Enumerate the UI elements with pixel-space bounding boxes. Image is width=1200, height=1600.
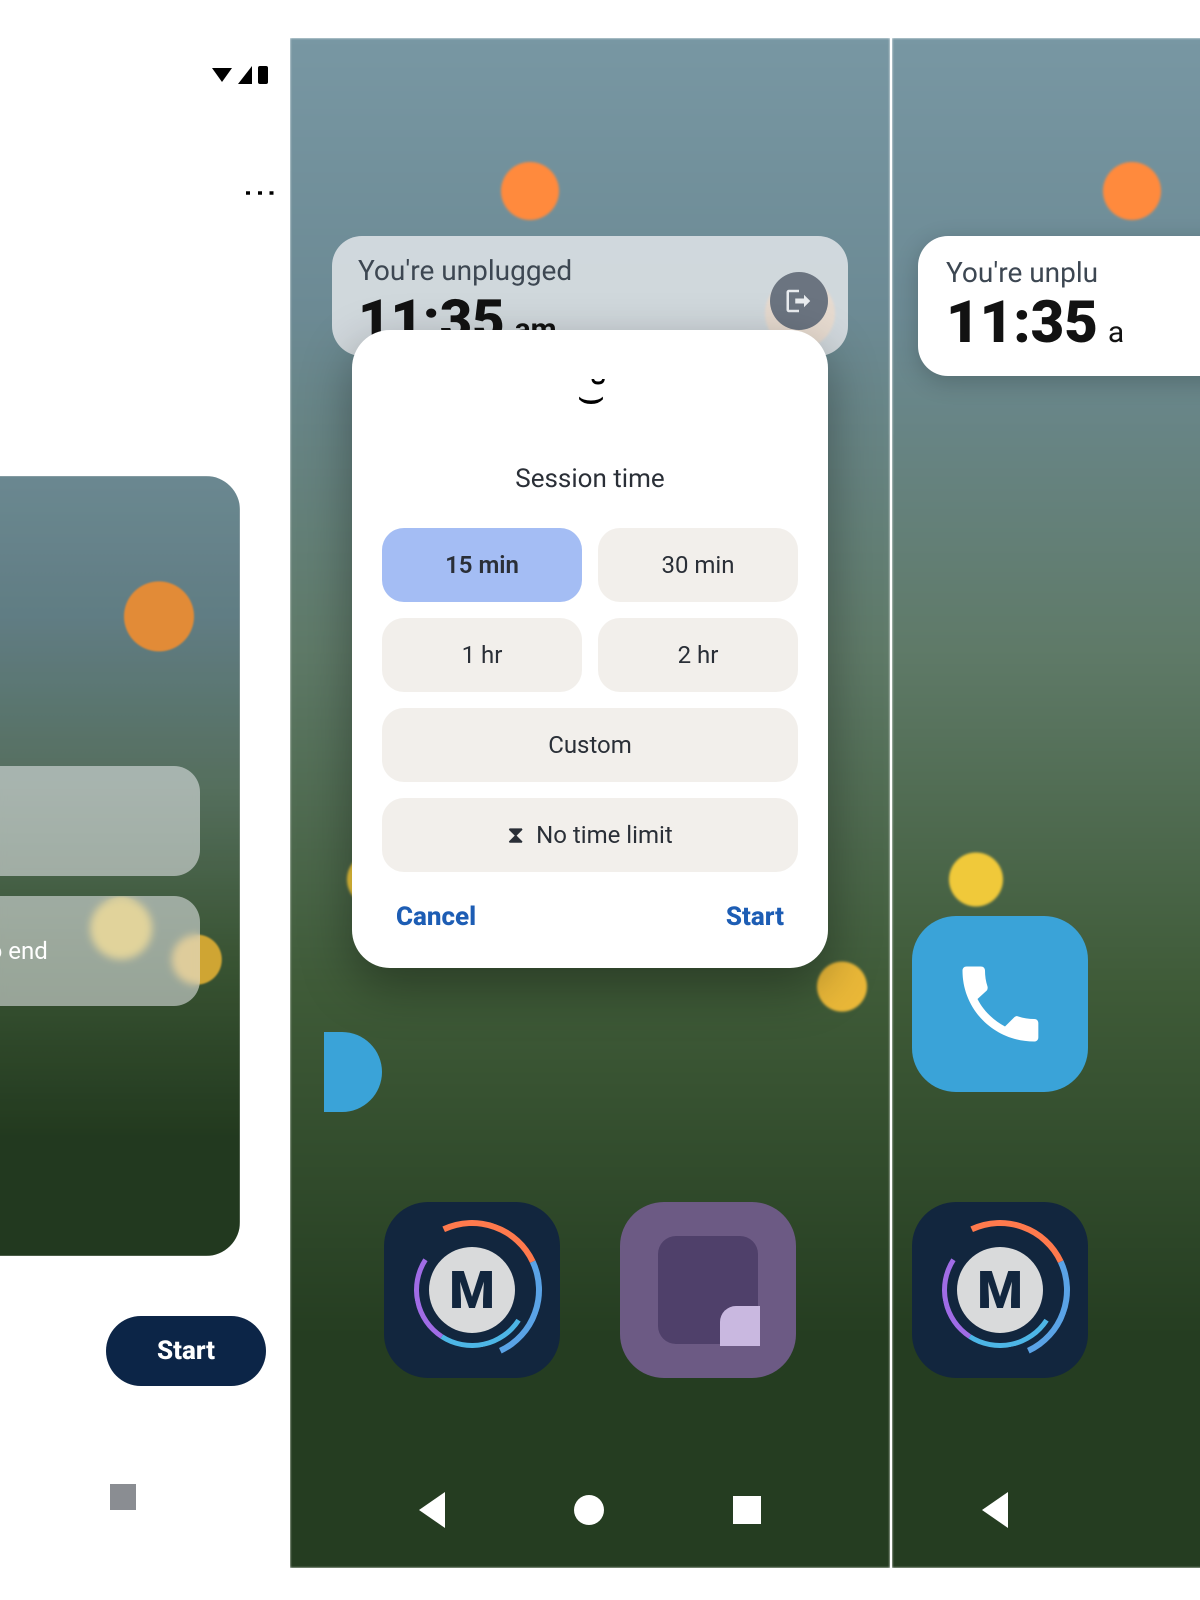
battery-icon <box>258 66 268 84</box>
option-custom[interactable]: Custom <box>382 708 798 782</box>
widget-title: You're unplu <box>946 256 1200 289</box>
status-bar <box>212 66 268 84</box>
option-no-limit[interactable]: ⧗ No time limit <box>382 798 798 872</box>
screen-2-session-time-dialog: You're unplugged 11:35 am ⌣̆ Session tim… <box>290 38 890 1568</box>
option-2hr-label: 2 hr <box>678 641 719 669</box>
screen-3-unplugged-home: You're unplu 11:35 a M <box>892 38 1200 1568</box>
dock-row-2: M <box>892 1202 1200 1378</box>
option-30min[interactable]: 30 min <box>598 528 798 602</box>
option-2hr[interactable]: 2 hr <box>598 618 798 692</box>
hourglass-icon: ⧗ <box>507 821 524 849</box>
widget-ampm: a <box>1108 315 1124 350</box>
cancel-button[interactable]: Cancel <box>396 902 476 932</box>
start-button[interactable]: Start <box>726 902 784 932</box>
nav-home-icon[interactable] <box>574 1495 604 1525</box>
start-button-label: Start <box>157 1336 215 1366</box>
allowed-apps-row[interactable]: M +4 <box>0 766 200 876</box>
nav-recents-icon[interactable] <box>733 1496 761 1524</box>
note-icon <box>658 1236 758 1344</box>
option-15min[interactable]: 15 min <box>382 528 582 602</box>
option-1hr[interactable]: 1 hr <box>382 618 582 692</box>
app-icon-notes[interactable] <box>620 1202 796 1378</box>
start-button[interactable]: Start <box>106 1316 266 1386</box>
option-1hr-label: 1 hr <box>462 641 503 669</box>
nav-recents-icon[interactable] <box>110 1484 136 1510</box>
system-nav-bar <box>892 1492 1200 1528</box>
overflow-menu-icon[interactable]: ⋮ <box>256 176 264 210</box>
end-requirement-label: …quired to end <box>0 937 48 965</box>
end-requirement-row[interactable]: …quired to end <box>0 896 200 1006</box>
unplugged-widget[interactable]: You're unplu 11:35 a <box>918 236 1200 376</box>
app-icon-moto[interactable]: M <box>384 1202 560 1378</box>
screen-1-unplug-setup: ⋮ r …gue to you. Start a …ant to disconn… <box>0 56 290 1556</box>
widget-time: 11:35 <box>946 289 1098 357</box>
wifi-icon <box>212 68 232 82</box>
unplug-logo-icon: ⌣̆ <box>382 370 798 422</box>
nav-back-icon[interactable] <box>982 1492 1008 1528</box>
start-button-label: Start <box>726 902 784 932</box>
option-no-limit-label: No time limit <box>536 821 673 849</box>
option-custom-label: Custom <box>548 731 632 759</box>
exit-icon[interactable] <box>770 272 828 330</box>
widget-title: You're unplugged <box>358 254 822 287</box>
dialog-title: Session time <box>382 464 798 494</box>
app-icon-moto[interactable]: M <box>912 1202 1088 1378</box>
system-nav-bar <box>290 1492 890 1528</box>
app-icon-phone[interactable] <box>912 916 1088 1092</box>
dock <box>892 916 1200 1092</box>
cancel-button-label: Cancel <box>396 902 476 932</box>
session-time-dialog: ⌣̆ Session time 15 min 30 min 1 hr 2 hr … <box>352 330 828 968</box>
option-30min-label: 30 min <box>661 551 734 579</box>
dock: M <box>290 1202 890 1378</box>
session-preview-card: …ession M +4 …quired to end <box>0 476 240 1256</box>
nav-back-icon[interactable] <box>419 1492 445 1528</box>
page-description: …gue to you. Start a …ant to disconnect. <box>0 366 260 436</box>
signal-icon <box>238 66 252 84</box>
option-15min-label: 15 min <box>445 551 519 579</box>
widget-time-row: 11:35 a <box>946 289 1200 357</box>
phone-icon <box>950 954 1050 1054</box>
